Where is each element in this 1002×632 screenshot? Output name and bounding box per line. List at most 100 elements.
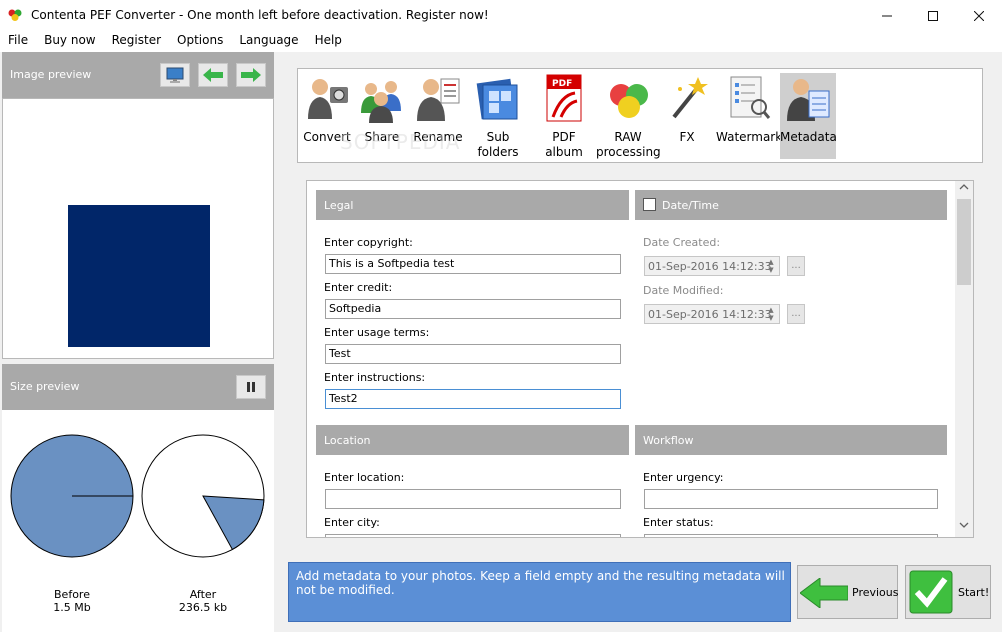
tab-pdf-album[interactable]: PDF PDF album [532,73,596,159]
form-scrollbar[interactable] [955,181,973,537]
date-modified-browse-button[interactable]: ... [787,304,805,324]
pause-icon [247,382,255,392]
previous-image-button[interactable] [198,63,228,87]
date-modified-value: 01-Sep-2016 14:12:33 [648,308,772,321]
before-size-info: Before 1.5 Mb [32,588,112,614]
convert-icon [308,79,348,119]
datetime-section-header: Date/Time [635,190,947,220]
monitor-icon [166,67,184,83]
softpedia-watermark: SOFTPEDIA [340,130,461,154]
before-label: Before [54,588,90,601]
tab-watermark[interactable]: Watermark [716,73,783,159]
rename-icon [417,78,460,121]
datetime-title: Date/Time [662,199,719,212]
after-label: After [189,588,217,601]
checkmark-icon [909,570,953,614]
usage-terms-input[interactable]: Test [325,344,621,364]
date-created-browse-button[interactable]: ... [787,256,805,276]
info-message: Add metadata to your photos. Keep a fiel… [288,562,791,622]
close-icon [974,10,984,21]
tab-fx-label: FX [679,130,695,144]
legal-title: Legal [324,199,354,212]
location-input[interactable] [325,489,621,509]
app-logo-icon [8,9,22,21]
scroll-up-arrow[interactable] [955,182,973,198]
date-modified-label: Date Modified: [643,284,724,297]
raw-processing-icon [610,84,648,118]
instructions-input[interactable]: Test2 [325,389,621,409]
menu-options[interactable]: Options [169,31,231,52]
status-input[interactable] [644,534,938,537]
urgency-label: Enter urgency: [643,471,724,484]
after-pie-chart [141,434,265,558]
credit-label: Enter credit: [324,281,393,294]
date-modified-field[interactable]: 01-Sep-2016 14:12:33 ▲ ▼ [644,304,780,324]
date-created-spinner[interactable]: ▲ ▼ [765,258,777,274]
menu-buy-now[interactable]: Buy now [36,31,104,52]
pdf-album-icon: PDF [546,74,582,122]
start-button[interactable]: Start! [905,565,991,619]
tab-fx[interactable]: FX [662,73,712,159]
workflow-section-header: Workflow [635,425,947,455]
status-label: Enter status: [643,516,714,529]
previous-label: Previous [852,586,899,599]
date-created-field[interactable]: 01-Sep-2016 14:12:33 ▲ ▼ [644,256,780,276]
instructions-label: Enter instructions: [324,371,426,384]
arrow-right-icon [241,68,261,82]
scroll-thumb[interactable] [957,199,971,285]
chevron-up-icon [959,184,969,190]
workflow-title: Workflow [643,434,694,447]
date-created-label: Date Created: [643,236,721,249]
location-label: Enter location: [324,471,405,484]
copyright-label: Enter copyright: [324,236,413,249]
usage-terms-label: Enter usage terms: [324,326,430,339]
size-preview-area: Before 1.5 Mb After 236.5 kb [2,410,274,632]
share-icon [361,81,401,123]
next-image-button[interactable] [236,63,266,87]
menu-help[interactable]: Help [307,31,350,52]
tab-sub-folders[interactable]: Sub folders [466,73,530,159]
maximize-button[interactable] [910,0,956,31]
scroll-down-arrow[interactable] [955,520,973,536]
menu-bar: File Buy now Register Options Language H… [0,31,1002,52]
legal-section-header: Legal [316,190,629,220]
subfolders-icon [476,78,518,120]
close-button[interactable] [956,0,1002,31]
minimize-button[interactable] [864,0,910,31]
image-preview-area [2,98,274,359]
urgency-input[interactable] [644,489,938,509]
image-preview-header: Image preview [2,52,274,98]
metadata-form: Legal Enter copyright: This is a Softped… [306,180,974,538]
arrow-left-icon [203,68,223,82]
pause-button[interactable] [236,375,266,399]
location-title: Location [324,434,371,447]
tab-metadata-label: Metadata [780,130,837,144]
tab-watermark-label: Watermark [716,130,783,144]
minimize-icon [882,15,892,16]
window-title: Contenta PEF Converter - One month left … [31,8,489,22]
menu-language[interactable]: Language [231,31,306,52]
location-section-header: Location [316,425,629,455]
start-label: Start! [958,586,990,599]
menu-register[interactable]: Register [104,31,169,52]
after-size-info: After 236.5 kb [163,588,243,614]
tab-metadata[interactable]: Metadata [780,73,837,159]
left-panel: Image preview Size preview Before 1.5 Mb… [0,52,276,632]
copyright-input[interactable]: This is a Softpedia test [325,254,621,274]
view-image-button[interactable] [160,63,190,87]
size-preview-header: Size preview [2,364,274,410]
menu-file[interactable]: File [0,31,36,52]
datetime-checkbox[interactable] [643,198,656,211]
previous-button[interactable]: Previous [797,565,899,619]
watermark-icon [730,76,771,119]
city-label: Enter city: [324,516,380,529]
title-bar: Contenta PEF Converter - One month left … [0,0,1002,31]
date-modified-spinner[interactable]: ▲ ▼ [765,306,777,322]
fx-icon [672,77,708,119]
metadata-icon [787,79,830,121]
tab-raw-processing[interactable]: RAW processing [596,73,661,159]
image-preview-label: Image preview [10,68,92,81]
chevron-down-icon [959,522,969,528]
credit-input[interactable]: Softpedia [325,299,621,319]
city-input[interactable] [325,534,621,537]
